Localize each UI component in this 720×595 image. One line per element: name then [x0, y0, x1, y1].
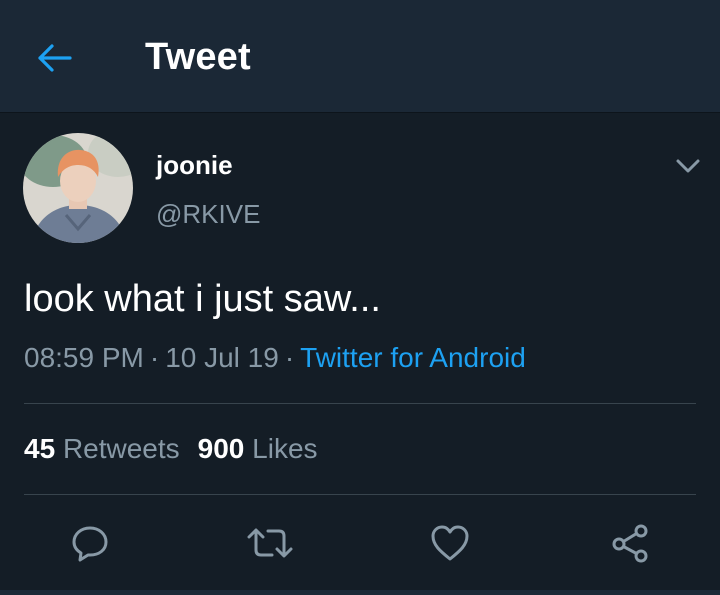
- share-button[interactable]: [606, 519, 654, 567]
- reply-button[interactable]: [66, 519, 114, 567]
- author-name[interactable]: joonie: [156, 150, 233, 181]
- arrow-left-icon: [38, 44, 72, 72]
- retweet-button[interactable]: [246, 519, 294, 567]
- tweet-menu-button[interactable]: [672, 150, 704, 182]
- meta-separator: ·: [284, 342, 295, 373]
- tweet-time: 08:59 PM: [24, 342, 144, 373]
- meta-separator: ·: [149, 342, 160, 373]
- divider: [24, 494, 696, 495]
- tweet-date: 10 Jul 19: [165, 342, 279, 373]
- like-icon: [431, 525, 469, 561]
- retweet-icon: [247, 528, 293, 558]
- page-title: Tweet: [145, 36, 251, 78]
- reply-icon: [72, 526, 108, 562]
- likes-count: 900: [197, 433, 245, 464]
- divider: [24, 403, 696, 404]
- retweets-stat[interactable]: 45 Retweets: [24, 433, 180, 464]
- avatar-image: [23, 133, 133, 243]
- tweet-meta: 08:59 PM · 10 Jul 19 · Twitter for Android: [24, 342, 526, 374]
- top-bar: Tweet: [0, 0, 720, 113]
- avatar[interactable]: [23, 133, 133, 243]
- retweets-count: 45: [24, 433, 56, 464]
- tweet-text: look what i just saw...: [24, 278, 381, 320]
- like-button[interactable]: [426, 519, 474, 567]
- back-button[interactable]: [30, 36, 78, 80]
- chevron-down-icon: [676, 159, 700, 173]
- share-icon: [612, 524, 648, 563]
- tweet-source-link[interactable]: Twitter for Android: [300, 342, 526, 373]
- likes-stat[interactable]: 900 Likes: [198, 433, 318, 464]
- tweet-stats: 45 Retweets 900 Likes: [24, 433, 318, 465]
- retweets-label: Retweets: [62, 433, 180, 464]
- author-handle[interactable]: @RKIVE: [156, 199, 260, 230]
- bottom-divider: [0, 590, 720, 595]
- likes-label: Likes: [252, 433, 318, 464]
